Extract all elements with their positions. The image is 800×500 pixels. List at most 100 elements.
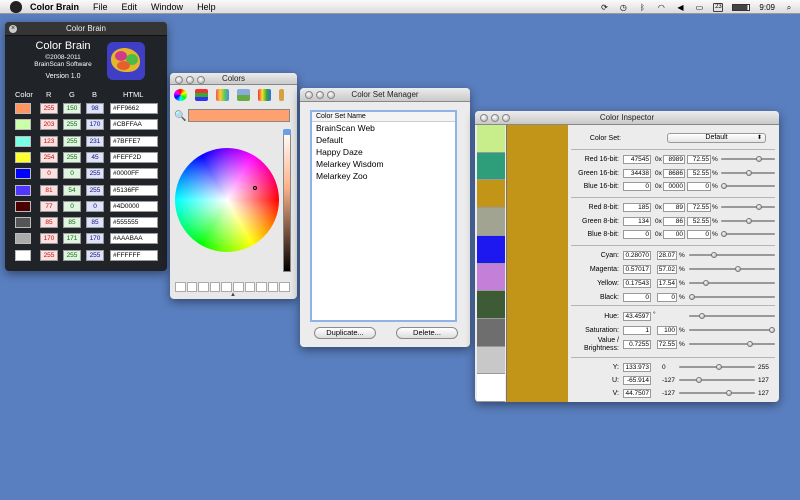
cmyk-slider-knob[interactable] [689,294,695,300]
green-field[interactable]: 255 [63,135,81,147]
color-swatch[interactable] [15,217,31,229]
channel-slider-knob[interactable] [746,169,753,176]
menu-help[interactable]: Help [197,2,216,12]
red-field[interactable]: 0 [40,168,58,180]
saturation-slider-knob[interactable] [769,327,775,333]
red-field[interactable]: 203 [40,119,58,131]
cmyk-value-field[interactable]: 0.57017 [623,265,651,274]
green-field[interactable]: 54 [63,184,81,196]
decimal-field[interactable]: 185 [623,203,651,212]
blue-field[interactable]: 98 [86,103,104,114]
yuv-field[interactable]: -65.914 [623,376,651,385]
swatch[interactable] [477,180,505,209]
color-set-item[interactable]: Default [312,134,455,146]
color-swatch[interactable] [15,233,31,245]
color-swatch[interactable] [15,200,31,212]
cmyk-slider-knob[interactable] [711,252,718,258]
yuv-slider-knob[interactable] [695,377,702,383]
minimize-button[interactable] [491,114,499,122]
hue-field[interactable]: 43.4597 [623,312,651,321]
decimal-field[interactable]: 134 [623,216,651,226]
percent-field[interactable]: 72.55 [687,203,711,212]
html-field[interactable]: #FEFF2D [110,151,158,163]
value-slider[interactable] [689,343,775,345]
channel-slider[interactable] [721,233,775,235]
color-swatch-strip[interactable] [477,125,505,402]
cmyk-value-field[interactable]: 0.28070 [623,251,651,260]
red-field[interactable]: 81 [40,184,58,196]
color-swatch[interactable] [15,184,31,196]
color-palettes-tab-icon[interactable] [216,89,229,101]
hex-field[interactable]: 8989 [663,155,685,164]
close-button[interactable] [480,114,488,122]
zoom-button[interactable] [327,91,335,99]
menu-app-name[interactable]: Color Brain [30,2,79,12]
cmyk-slider[interactable] [689,254,775,256]
cmyk-value-field[interactable]: 0 [623,293,651,302]
clock[interactable]: 9:09 [759,3,775,12]
color-swatch[interactable] [15,151,31,163]
duplicate-button[interactable]: Duplicate... [314,327,376,339]
channel-slider-knob[interactable] [721,183,727,189]
color-set-popup[interactable]: Default ⬍ [667,133,766,143]
channel-slider-knob[interactable] [755,204,762,210]
pencil-icon[interactable] [279,89,284,101]
value-percent-field[interactable]: 72.55 [657,340,677,349]
decimal-field[interactable]: 0 [623,230,651,239]
channel-slider[interactable] [721,185,775,187]
resize-grip-icon[interactable]: ▲ [230,292,236,298]
swatch[interactable] [477,208,505,236]
channel-slider-knob[interactable] [721,231,727,237]
bluetooth-icon[interactable]: ᛒ [637,3,647,12]
html-field[interactable]: #0000FF [110,168,158,180]
percent-field[interactable]: 0 [687,182,711,191]
color-set-item[interactable]: Melarkey Wisdom [312,158,455,170]
decimal-field[interactable]: 34438 [623,168,651,178]
cmyk-slider[interactable] [689,282,775,284]
blue-field[interactable]: 255 [86,168,104,180]
red-field[interactable]: 85 [40,217,58,229]
html-field[interactable]: #4D0000 [110,200,158,212]
yuv-field[interactable]: 133.973 [623,363,651,372]
color-set-item[interactable]: BrainScan Web [312,122,455,134]
cmyk-slider-knob[interactable] [703,280,710,286]
saturation-slider[interactable] [689,329,775,331]
swatch[interactable] [477,263,505,292]
color-swatch[interactable] [15,168,31,180]
color-wheel-cursor[interactable] [253,186,257,190]
swatch[interactable] [477,152,505,181]
current-color-swatch[interactable] [188,109,290,122]
green-field[interactable]: 85 [63,217,81,229]
saturation-field[interactable]: 1 [623,326,651,335]
yuv-field[interactable]: 44.7507 [623,389,651,398]
yuv-slider[interactable] [679,392,755,394]
cmyk-percent-field[interactable]: 0 [657,293,677,302]
blue-field[interactable]: 231 [86,135,104,147]
percent-field[interactable]: 52.55 [687,216,711,226]
close-button[interactable] [305,91,313,99]
minimize-button[interactable] [316,91,324,99]
channel-slider[interactable] [721,158,775,160]
display-icon[interactable]: ▭ [694,3,704,12]
channel-slider-knob[interactable] [755,156,762,162]
percent-field[interactable]: 52.55 [687,168,711,178]
green-field[interactable]: 255 [63,119,81,131]
color-swatch[interactable] [15,249,31,261]
cmyk-slider[interactable] [689,268,775,270]
hue-slider-knob[interactable] [698,313,705,319]
html-field[interactable]: #5136FF [110,184,158,196]
menu-file[interactable]: File [93,2,108,12]
blue-field[interactable]: 255 [86,249,104,261]
percent-field[interactable]: 0 [687,230,711,239]
color-wheel[interactable] [175,148,279,252]
color-set-list[interactable]: Color Set Name BrainScan Web Default Happy… [310,110,457,322]
brightness-slider[interactable] [283,129,291,272]
minimize-button[interactable] [186,76,194,84]
decimal-field[interactable]: 0 [623,182,651,191]
saturation-percent-field[interactable]: 100 [657,326,677,335]
yuv-slider-knob[interactable] [726,390,733,396]
colors-titlebar[interactable]: Colors [170,73,297,85]
html-field[interactable]: #555555 [110,217,158,229]
swatch[interactable] [477,291,505,319]
green-field[interactable]: 150 [63,103,81,114]
